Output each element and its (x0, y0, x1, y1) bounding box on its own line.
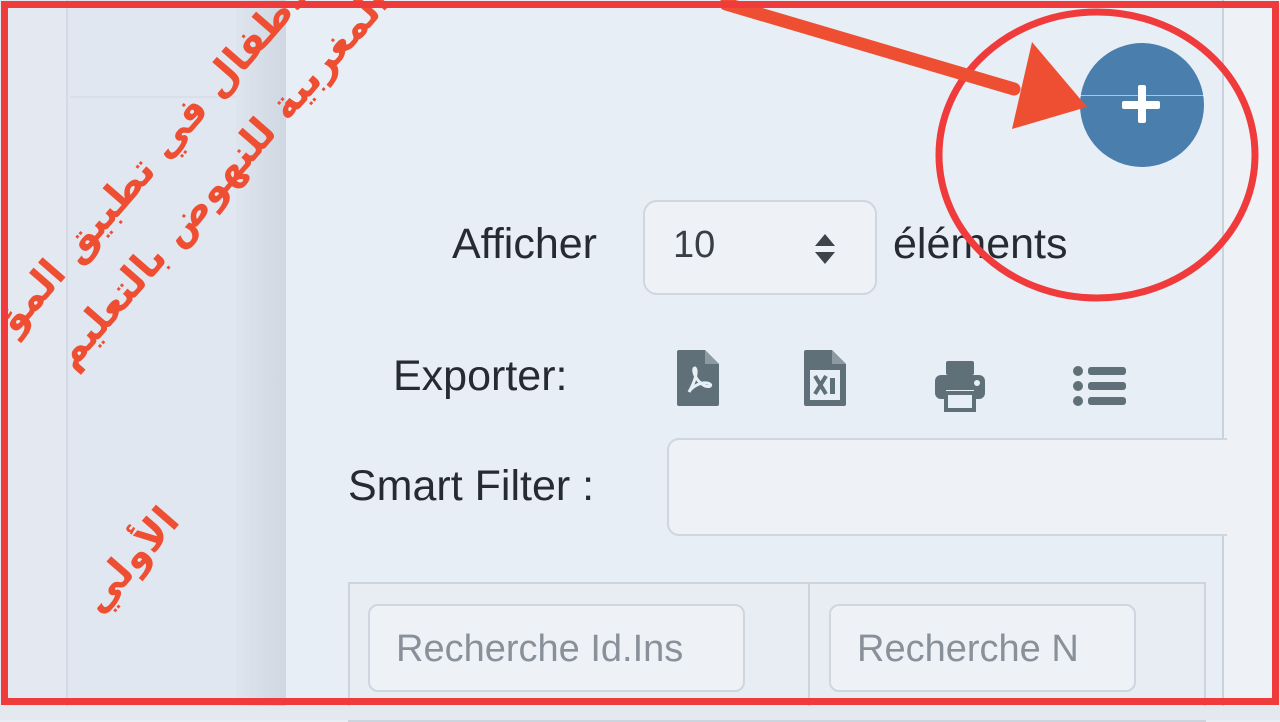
page-size-value: 10 (673, 224, 716, 266)
entries-suffix-label: éléments (893, 220, 1068, 268)
page-size-select[interactable]: 10 (643, 200, 877, 295)
excel-icon[interactable] (802, 348, 850, 408)
sort-arrows-icon (815, 234, 835, 264)
smart-filter-input[interactable] (667, 438, 1227, 536)
table-column-divider (808, 584, 810, 720)
right-background (1224, 0, 1280, 720)
smart-filter-label: Smart Filter : (348, 462, 595, 510)
print-icon[interactable] (933, 354, 987, 414)
left-panel-background (0, 0, 68, 720)
show-entries-label: Afficher (452, 220, 597, 268)
pdf-icon[interactable] (675, 348, 723, 408)
column-search-name-input[interactable]: Recherche N (829, 604, 1136, 692)
sidebar-shadow (236, 0, 286, 720)
bottom-strip (0, 706, 1280, 720)
export-label: Exporter: (393, 352, 568, 400)
add-button[interactable] (1080, 43, 1204, 167)
columns-icon[interactable] (1072, 356, 1128, 416)
column-search-id-input[interactable]: Recherche Id.Ins (368, 604, 745, 692)
